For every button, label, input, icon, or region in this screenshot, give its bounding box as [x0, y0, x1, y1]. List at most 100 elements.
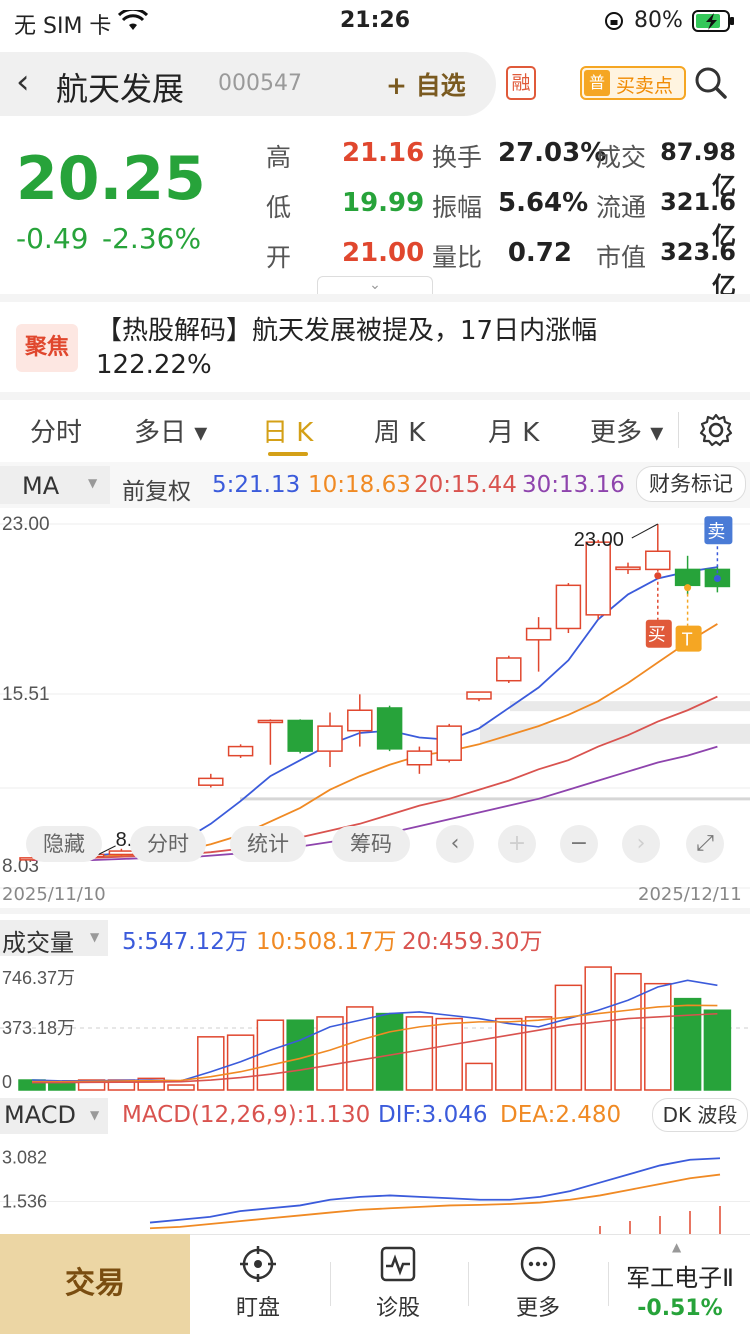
quote-label: 振幅	[432, 193, 483, 222]
margin-badge[interactable]: 融	[506, 66, 536, 100]
price-change-pct: -2.36%	[102, 222, 202, 255]
tab-4[interactable]: 月 K	[488, 412, 539, 449]
candle-body-up	[466, 691, 492, 700]
sector-name[interactable]: 军工电子Ⅱ	[610, 1258, 750, 1293]
status-bar: 无 SIM 卡 21:26 80%	[0, 0, 750, 44]
fullscreen-button[interactable]: ⤢	[686, 825, 724, 863]
y-tick-label: 15.51	[2, 684, 50, 705]
section-divider	[0, 392, 750, 400]
intraday-button[interactable]: 分时	[130, 826, 206, 862]
sector-change: -0.51%	[637, 1296, 723, 1321]
nav-divider	[468, 1262, 469, 1306]
quote-label: 开	[266, 243, 292, 272]
chips-button[interactable]: 筹码	[332, 826, 410, 862]
volume-y-tick: 0	[2, 1072, 12, 1092]
stats-button[interactable]: 统计	[230, 826, 306, 862]
candle	[555, 583, 582, 634]
scroll-right-button[interactable]: ›	[622, 825, 660, 863]
quote-value: 0.72	[507, 238, 572, 268]
candle-body-up	[108, 850, 135, 856]
quote-value: 323.6亿	[660, 238, 736, 300]
quote-label: 低	[266, 193, 292, 222]
high-pointer	[631, 523, 659, 539]
quote-value: 5.64%	[498, 188, 589, 218]
candle-body-down	[287, 719, 313, 752]
candle-body-up	[347, 709, 373, 732]
scroll-left-button[interactable]: ‹	[436, 825, 474, 863]
candle	[287, 719, 313, 754]
tab-3[interactable]: 周 K	[374, 412, 425, 449]
watch-monitor-button[interactable]: 盯盘	[198, 1244, 318, 1322]
candle-body-up	[496, 657, 522, 682]
quote-label: 量比	[432, 243, 483, 272]
quote-value: 21.16	[342, 138, 425, 168]
macd-indicator-select[interactable]: MACD ▼	[0, 1098, 108, 1134]
tab-2[interactable]: 日 K	[262, 412, 313, 449]
ma10-value: 10:18.63	[308, 472, 411, 498]
vol-ma10-value: 10:508.17万	[256, 929, 397, 955]
vol-ma5-value: 5:547.12万	[122, 929, 248, 955]
candle-body-up	[436, 725, 462, 761]
volume-bar	[465, 1062, 493, 1091]
volume-bar	[554, 984, 583, 1091]
adjust-mode[interactable]: 前复权	[122, 472, 191, 506]
back-icon[interactable]: ‹	[16, 62, 30, 102]
volume-bar	[346, 1006, 374, 1091]
ma20-value: 20:15.44	[414, 472, 517, 498]
volume-y-tick: 373.18万	[2, 1018, 75, 1038]
volume-indicator-select[interactable]: 成交量 ▼	[0, 920, 108, 957]
more-button[interactable]: 更多	[478, 1244, 598, 1322]
buy-marker-label: 买	[648, 625, 666, 646]
candle	[585, 539, 611, 620]
add-watchlist-button[interactable]: + 自选	[386, 66, 466, 102]
x-end-date: 2025/12/11	[638, 884, 742, 905]
volume-chart[interactable]: 746.37万 373.18万 0	[0, 956, 750, 1094]
volume-bar	[644, 982, 672, 1091]
battery-charging-icon	[692, 10, 734, 32]
active-tab-indicator	[268, 452, 308, 456]
expand-quote-button[interactable]: ⌄	[317, 276, 433, 294]
search-icon[interactable]	[694, 66, 728, 100]
dk-band-button[interactable]: DK 波段	[652, 1098, 748, 1132]
candle	[466, 691, 492, 702]
indicator-select[interactable]: MA ▼	[0, 466, 110, 504]
buy-sell-points-button[interactable]: 普 买卖点	[580, 66, 686, 100]
candle-body-up	[257, 719, 284, 724]
gear-icon[interactable]	[698, 412, 734, 448]
candle	[317, 712, 343, 768]
candle	[615, 562, 641, 574]
chip-band	[510, 701, 750, 712]
zoom-out-button[interactable]: −	[560, 825, 598, 863]
candle	[227, 744, 254, 758]
buy-sell-points-label: 买卖点	[616, 75, 674, 97]
candle	[496, 655, 522, 683]
quote-value: 19.99	[342, 188, 425, 218]
trade-button[interactable]: 交易	[0, 1234, 190, 1334]
volume-bar	[584, 966, 612, 1091]
macd-chart[interactable]: 3.082 1.536	[0, 1134, 750, 1234]
quote-label: 流通	[596, 193, 647, 222]
battery-percent: 80%	[634, 8, 683, 33]
news-headline[interactable]: 【热股解码】航天发展被提及，17日内涨幅122.22%	[96, 314, 656, 382]
indicator-select-label: MA	[22, 472, 60, 500]
volume-bar	[375, 1012, 404, 1091]
quote-label: 成交	[596, 143, 647, 172]
t-marker-dot	[684, 584, 692, 592]
zoom-in-button[interactable]: +	[498, 825, 536, 863]
sell-marker-dot	[713, 575, 721, 583]
macd-select-label: MACD	[4, 1101, 76, 1129]
nav-divider	[330, 1262, 331, 1306]
hide-button[interactable]: 隐藏	[26, 826, 102, 862]
watch-monitor-label: 盯盘	[235, 1296, 280, 1321]
diagnose-button[interactable]: 诊股	[338, 1244, 458, 1322]
tab-5[interactable]: 更多 ▾	[590, 412, 663, 449]
tab-1[interactable]: 多日 ▾	[134, 412, 207, 449]
tab-0[interactable]: 分时	[30, 412, 82, 449]
finance-marks-button[interactable]: 财务标记	[636, 466, 746, 502]
candle	[198, 773, 224, 788]
chevron-down-icon: ▼	[88, 476, 98, 490]
ma5-value: 5:21.13	[212, 472, 301, 498]
orientation-lock-icon	[605, 12, 623, 30]
candle-body-up	[615, 566, 641, 571]
y-tick-label: 23.00	[2, 514, 50, 535]
